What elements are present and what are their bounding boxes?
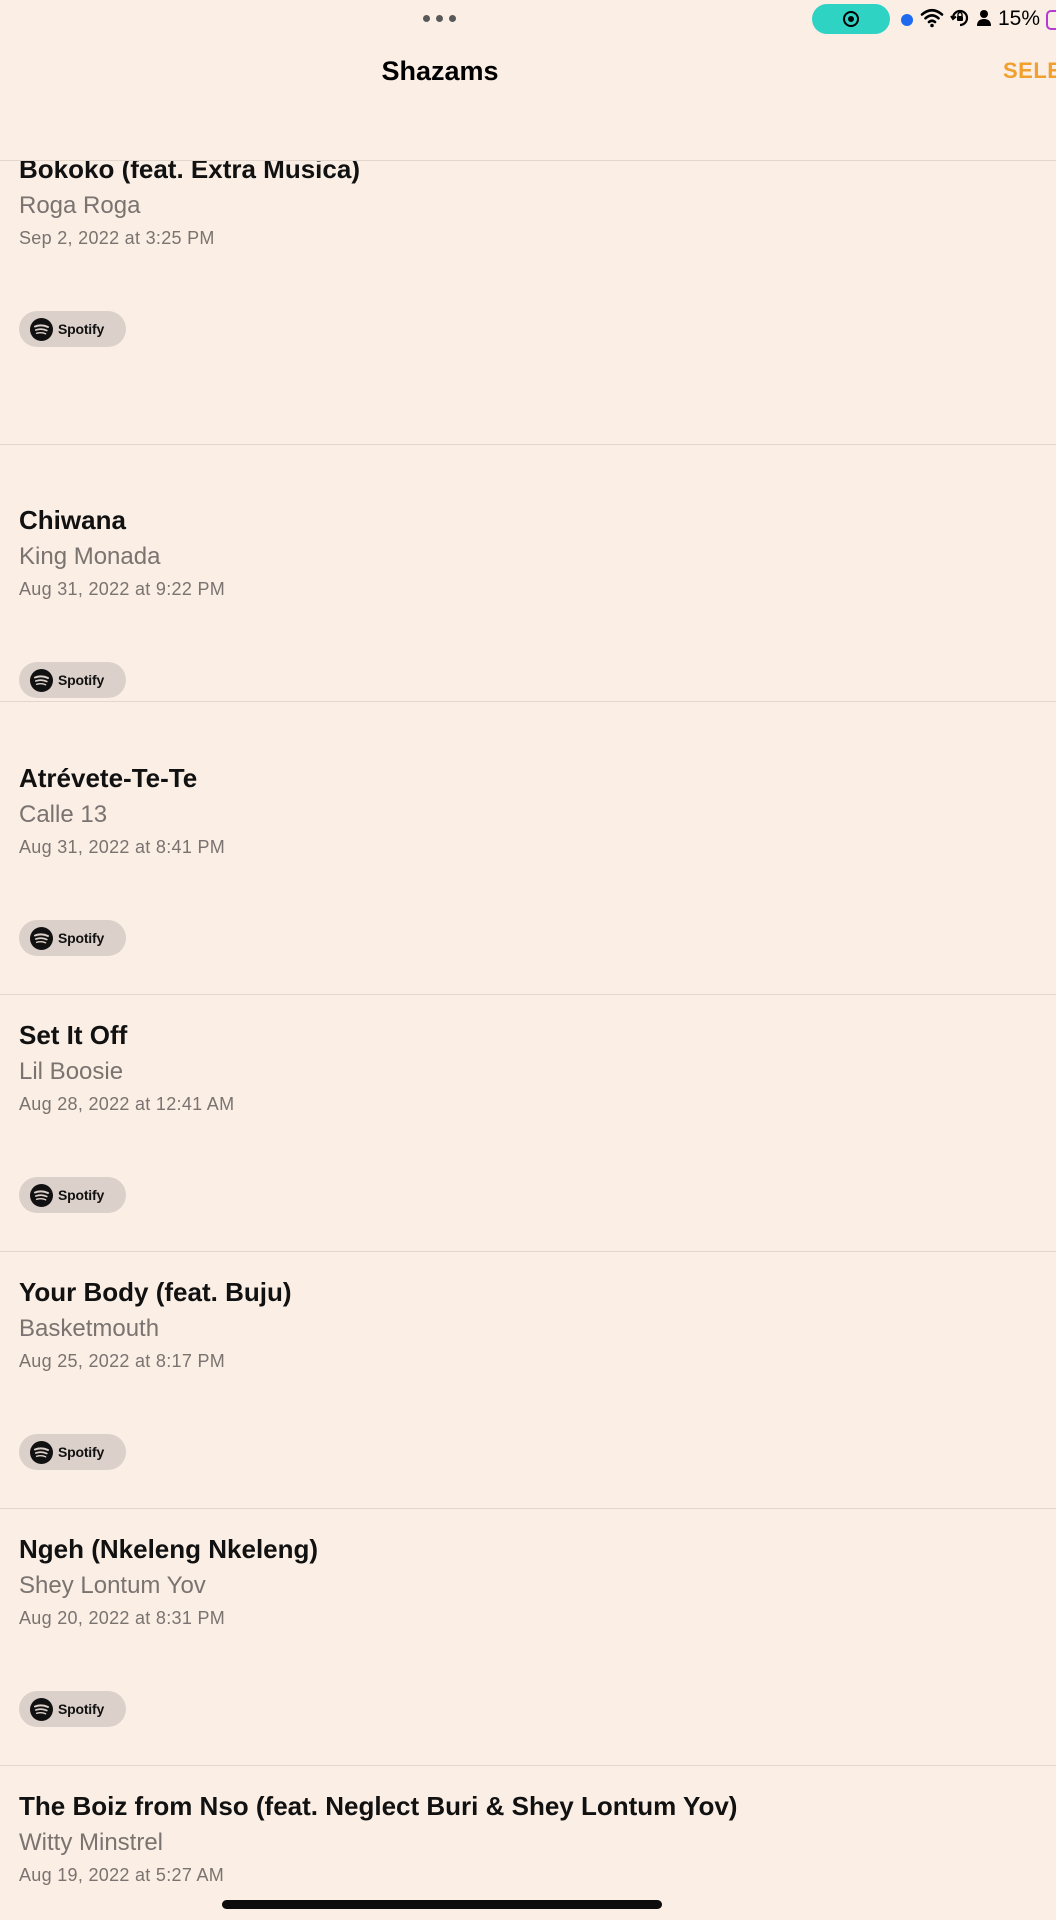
song-artist: Shey Lontum Yov: [19, 1572, 206, 1599]
shazam-library-screen: Bokoko (feat. Extra Musica) Roga Roga Se…: [0, 0, 1056, 1920]
spotify-button[interactable]: Spotify: [19, 920, 126, 956]
song-title: Chiwana: [19, 505, 126, 535]
list-item[interactable]: Your Body (feat. Buju) Basketmouth Aug 2…: [0, 1252, 1056, 1509]
dot-icon: [901, 14, 913, 26]
spotify-icon: [30, 668, 53, 692]
shazam-date: Sep 2, 2022 at 3:25 PM: [19, 228, 215, 248]
song-title: Your Body (feat. Buju): [19, 1277, 292, 1307]
shazam-date: Aug 31, 2022 at 8:41 PM: [19, 837, 226, 857]
wifi-icon: [920, 6, 944, 35]
song-title: Atrévete-Te-Te: [19, 763, 198, 793]
spotify-label: Spotify: [58, 672, 105, 688]
shazam-date: Aug 28, 2022 at 12:41 AM: [19, 1094, 235, 1114]
list-item[interactable]: Chiwana King Monada Aug 31, 2022 at 9:22…: [0, 445, 1056, 702]
shazam-date: Aug 31, 2022 at 9:22 PM: [19, 579, 226, 599]
person-icon: [975, 8, 993, 33]
spotify-button[interactable]: Spotify: [19, 1434, 126, 1470]
spotify-label: Spotify: [58, 321, 105, 337]
more-dots-icon[interactable]: [423, 15, 456, 22]
spotify-icon: [30, 1183, 53, 1207]
shazam-date: Aug 20, 2022 at 8:31 PM: [19, 1608, 226, 1628]
spotify-button[interactable]: Spotify: [19, 311, 126, 347]
list-item[interactable]: Bokoko (feat. Extra Musica) Roga Roga Se…: [0, 152, 1056, 445]
spotify-button[interactable]: Spotify: [19, 1177, 126, 1213]
screen-record-icon[interactable]: [812, 4, 890, 34]
spotify-label: Spotify: [58, 1701, 105, 1717]
spotify-label: Spotify: [58, 930, 105, 946]
spotify-icon: [30, 1697, 53, 1721]
spotify-icon: [30, 926, 53, 950]
list-item[interactable]: Ngeh (Nkeleng Nkeleng) Shey Lontum Yov A…: [0, 1509, 1056, 1766]
song-artist: Lil Boosie: [19, 1058, 124, 1085]
list-item[interactable]: The Boiz from Nso (feat. Neglect Buri & …: [0, 1766, 1056, 1920]
list-item[interactable]: Set It Off Lil Boosie Aug 28, 2022 at 12…: [0, 995, 1056, 1252]
page-title: Shazams: [381, 56, 499, 86]
song-title: Set It Off: [19, 1020, 128, 1050]
song-artist: Calle 13: [19, 801, 108, 828]
song-artist: King Monada: [19, 543, 161, 570]
home-indicator[interactable]: [222, 1900, 662, 1909]
shazam-date: Aug 25, 2022 at 8:17 PM: [19, 1351, 226, 1371]
spotify-label: Spotify: [58, 1187, 105, 1203]
spotify-icon: [30, 317, 53, 341]
song-artist: Roga Roga: [19, 192, 141, 219]
song-artist: Basketmouth: [19, 1315, 160, 1342]
battery-percent: 15%: [998, 7, 1041, 30]
list-item[interactable]: Atrévete-Te-Te Calle 13 Aug 31, 2022 at …: [0, 738, 1056, 995]
battery-icon: [1046, 10, 1056, 30]
status-bar: 15%: [0, 0, 1056, 40]
song-title: Ngeh (Nkeleng Nkeleng): [19, 1534, 319, 1564]
spotify-label: Spotify: [58, 1444, 105, 1460]
spotify-button[interactable]: Spotify: [19, 662, 126, 698]
spotify-icon: [30, 1440, 53, 1464]
spotify-button[interactable]: Spotify: [19, 1691, 126, 1727]
orientation-lock-icon: [949, 7, 971, 34]
navigation-bar: Shazams SELE: [0, 40, 1056, 161]
shazam-date: Aug 19, 2022 at 5:27 AM: [19, 1865, 225, 1885]
song-title: The Boiz from Nso (feat. Neglect Buri & …: [19, 1791, 738, 1821]
select-button[interactable]: SELE: [1003, 58, 1056, 84]
song-artist: Witty Minstrel: [19, 1829, 163, 1856]
